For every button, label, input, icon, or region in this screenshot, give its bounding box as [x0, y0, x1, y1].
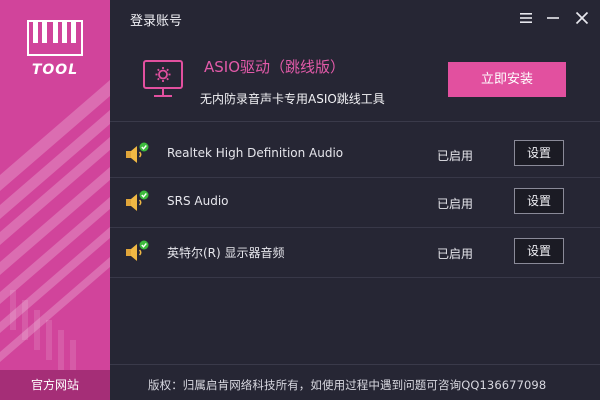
minimize-button[interactable]: [541, 6, 565, 30]
monitor-settings-icon: [143, 60, 183, 97]
copyright-text: 版权：归属启肯网络科技所有，如使用过程中遇到问题可咨询QQ136677098: [148, 378, 547, 392]
menu-button[interactable]: [514, 6, 538, 30]
close-icon: [575, 11, 589, 25]
logo-text: TOOL: [31, 62, 79, 78]
product-description: 无内防录音声卡专用ASIO跳线工具: [200, 92, 385, 106]
logo: TOOL: [27, 20, 83, 80]
device-name: 英特尔(R) 显示器音频: [167, 246, 285, 260]
sidebar: TOOL 官方网站: [0, 0, 110, 400]
speaker-check-icon: [126, 190, 149, 211]
device-row: 英特尔(R) 显示器音频 已启用 设置: [110, 228, 600, 278]
device-status: 已启用: [437, 247, 474, 261]
settings-button[interactable]: 设置: [514, 238, 564, 264]
official-site-link[interactable]: 官方网站: [0, 370, 110, 400]
settings-button[interactable]: 设置: [514, 188, 564, 214]
device-name: Realtek High Definition Audio: [167, 146, 344, 160]
hamburger-icon: [520, 13, 532, 23]
device-status: 已启用: [437, 197, 474, 211]
product-card: ASIO驱动（跳线版） 无内防录音声卡专用ASIO跳线工具 立即安装: [110, 36, 600, 122]
window-title[interactable]: 登录账号: [130, 10, 182, 29]
device-name: SRS Audio: [167, 194, 229, 208]
install-now-button[interactable]: 立即安装: [448, 62, 566, 97]
device-status: 已启用: [437, 149, 474, 163]
speaker-check-icon: [126, 240, 149, 261]
close-button[interactable]: [570, 6, 594, 30]
piano-keys-icon: [27, 20, 83, 56]
device-list: Realtek High Definition Audio 已启用 设置 SRS…: [110, 130, 600, 278]
minimize-icon: [547, 17, 559, 19]
app-window: TOOL 官方网站 登录账号 ASIO驱动（跳线版） 无内防录音声卡专用ASIO…: [0, 0, 600, 400]
device-row: Realtek High Definition Audio 已启用 设置: [110, 130, 600, 178]
product-name: ASIO驱动（跳线版）: [204, 58, 346, 76]
title-bar: 登录账号: [110, 0, 600, 36]
speaker-check-icon: [126, 142, 149, 163]
footer: 版权：归属启肯网络科技所有，如使用过程中遇到问题可咨询QQ136677098: [110, 364, 600, 400]
device-row: SRS Audio 已启用 设置: [110, 178, 600, 228]
settings-button[interactable]: 设置: [514, 140, 564, 166]
